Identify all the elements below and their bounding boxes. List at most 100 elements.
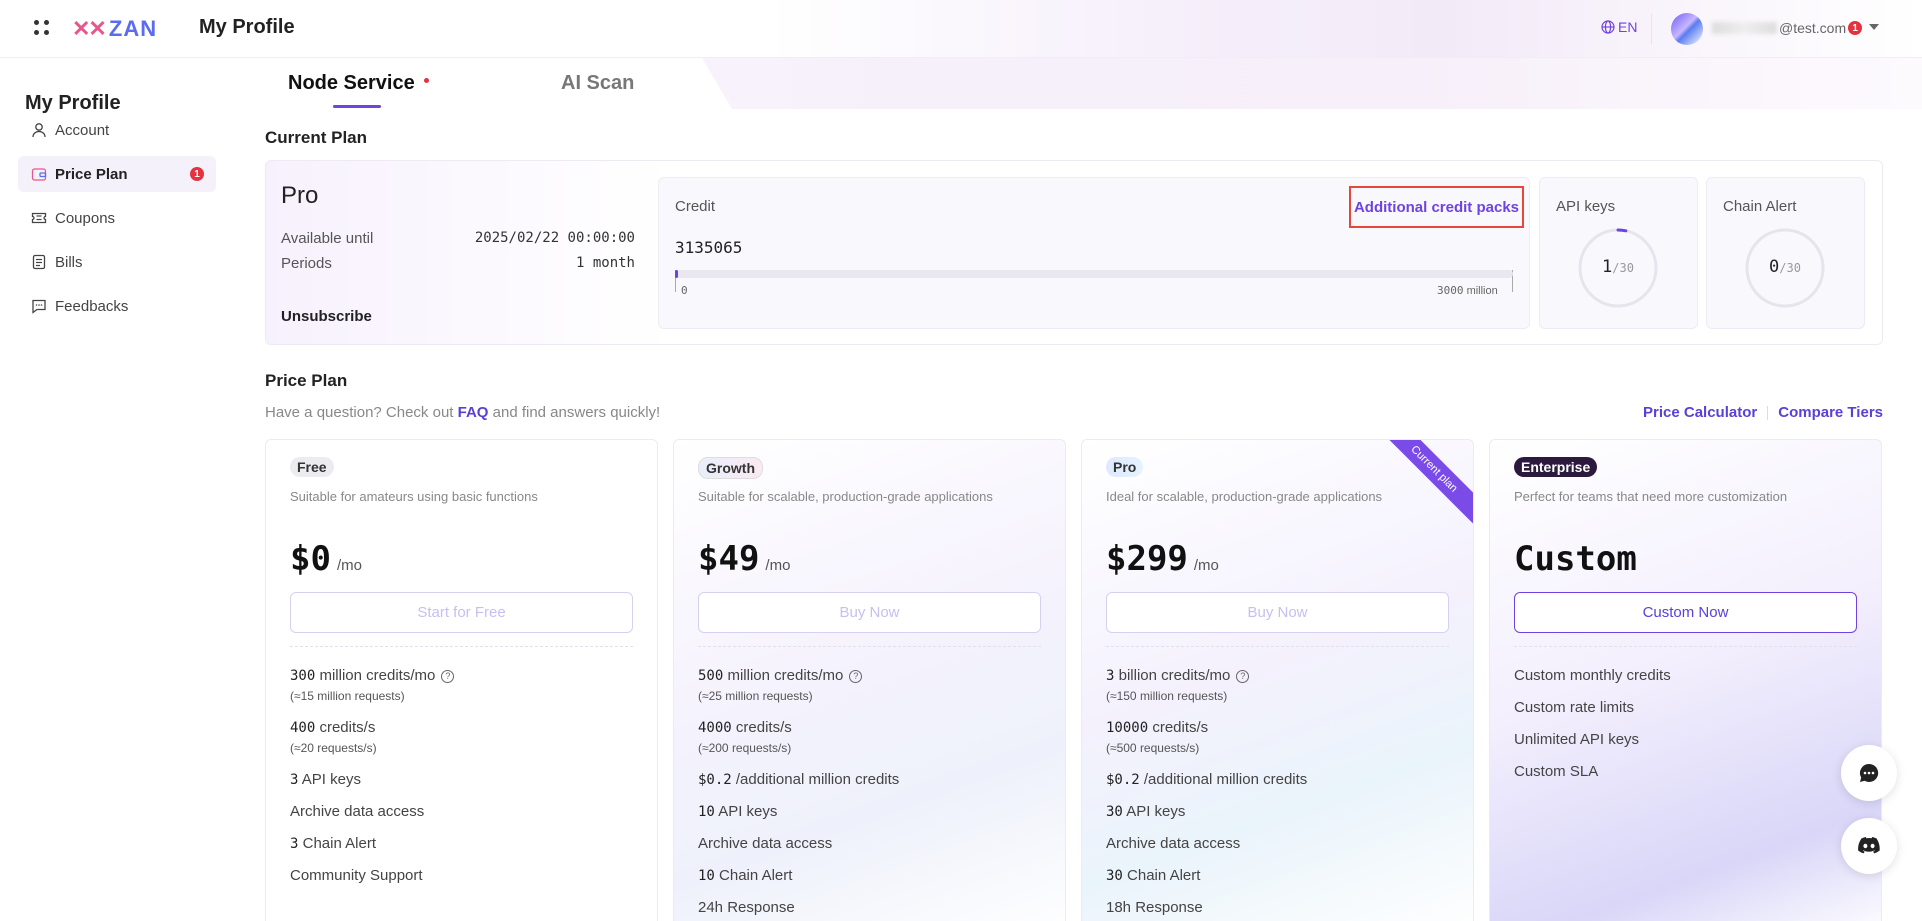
wallet-icon [31,168,47,181]
additional-credit-packs-link[interactable]: Additional credit packs [1349,186,1524,228]
sidebar-item-coupons[interactable]: Coupons [18,200,216,236]
feature-chain-alert: 10 Chain Alert [698,867,792,884]
sidebar-item-label: Bills [55,253,83,271]
feature-rate: 10000 credits/s [1106,719,1208,736]
chain-alert-label: Chain Alert [1723,198,1797,215]
feature-credits: 500 million credits/mo? [698,667,863,684]
sidebar-item-price-plan[interactable]: Price Plan 1 [18,156,216,192]
tier-price: $299/mo [1106,539,1219,579]
help-icon[interactable]: ? [849,669,863,683]
feature-additional-credits: $0.2 /additional million credits [698,771,899,788]
discord-button[interactable] [1841,818,1897,874]
unsubscribe-button[interactable]: Unsubscribe [281,308,372,325]
api-keys-used: 1 [1602,257,1613,277]
tier-description: Ideal for scalable, production-grade app… [1106,489,1383,504]
sidebar-item-feedbacks[interactable]: Feedbacks [18,288,216,324]
available-until-label: Available until [281,230,374,247]
help-icon[interactable]: ? [1236,669,1250,683]
tab-label: Node Service [288,72,415,94]
plan-name: Pro [281,182,319,209]
credit-bar-max-value: 3000 [1437,284,1464,297]
price-plan-links: Price Calculator Compare Tiers [1643,404,1883,421]
tier-price: $49/mo [698,539,790,579]
account-email[interactable]: @test.com 1 [1712,20,1863,36]
app-grid-icon[interactable] [34,20,50,36]
subtitle-text-after: and find answers quickly! [488,404,661,421]
feature-number: $0.2 [698,772,732,788]
tier-price-value: Custom [1514,539,1637,579]
credit-progress-bar [675,270,1513,278]
current-plan-title: Current Plan [265,128,368,147]
sidebar-item-account[interactable]: Account [18,112,216,148]
feature-credits: Custom monthly credits [1514,667,1671,684]
tier-divider [1106,646,1449,647]
tier-price: $0/mo [290,539,362,579]
tier-description: Perfect for teams that need more customi… [1514,489,1788,504]
active-tab-underline [333,105,381,108]
zan-logo[interactable]: ✕✕ ZAN [72,14,157,44]
feature-archive: Archive data access [698,835,833,852]
tab-node-service[interactable]: Node Service [288,72,429,95]
buy-now-button[interactable]: Buy Now [1106,592,1449,633]
globe-icon [1601,20,1615,34]
feature-credits: 300 million credits/mo? [290,667,455,684]
feature-text: Chain Alert [1127,867,1201,884]
main-content: Node Service AI Scan Current Plan Pro Av… [232,58,1922,921]
start-for-free-button[interactable]: Start for Free [290,592,633,633]
chain-alert-count: 0/30 [1745,257,1825,277]
help-icon[interactable]: ? [441,669,455,683]
feature-additional-credits: $0.2 /additional million credits [1106,771,1307,788]
feature-text: Chain Alert [302,835,376,852]
price-calculator-link[interactable]: Price Calculator [1643,404,1757,421]
credit-bar-min: 0 [681,284,688,297]
feature-rate: 400 credits/s [290,719,375,736]
link-separator [1767,405,1769,420]
feature-archive: Archive data access [1106,835,1241,852]
document-icon [32,254,46,270]
feature-number: 500 [698,668,724,684]
feature-number: 10 [698,868,715,884]
periods-value: 1 month [575,255,635,271]
sidebar-item-label: Account [55,121,110,139]
account-dropdown-caret-icon[interactable] [1869,24,1879,30]
feature-number: 3 [290,772,299,788]
periods-label: Periods [281,255,332,272]
feature-number: $0.2 [1106,772,1140,788]
feature-rate: Custom rate limits [1514,699,1635,716]
faq-link[interactable]: FAQ [458,404,489,421]
feature-number: 30 [1106,868,1123,884]
feature-text: API keys [718,803,778,820]
tier-card-pro: Current plan Pro Ideal for scalable, pro… [1081,439,1474,921]
feature-text: credits/s [1152,719,1209,736]
chat-button[interactable] [1841,745,1897,801]
feature-number: 400 [290,720,316,736]
language-switcher[interactable]: EN [1601,19,1637,35]
app-title: My Profile [199,16,295,38]
top-bar: ✕✕ ZAN My Profile EN @test.com 1 [0,0,1922,58]
compare-tiers-link[interactable]: Compare Tiers [1778,404,1883,421]
feature-text: /additional million credits [1143,771,1308,788]
feature-text: million credits/mo [319,667,436,684]
feature-number: 4000 [698,720,732,736]
sidebar-item-label: Coupons [55,209,116,227]
feature-text: million credits/mo [727,667,844,684]
sidebar-item-label: Feedbacks [55,297,129,315]
header-divider [1651,14,1652,44]
message-icon [32,299,46,314]
feature-response: 18h Response [1106,899,1203,916]
credit-progress-fill [675,270,678,278]
feature-chain-alert: 30 Chain Alert [1106,867,1200,884]
custom-now-button[interactable]: Custom Now [1514,592,1857,633]
tab-ai-scan[interactable]: AI Scan [561,72,634,95]
feature-api-keys: 10 API keys [698,803,777,820]
feature-rate-note: (≈20 requests/s) [290,741,377,755]
tier-card-free: Free Suitable for amateurs using basic f… [265,439,658,921]
price-plan-title: Price Plan [265,371,348,390]
subtitle-text-before: Have a question? Check out [265,404,458,421]
tier-price-period: /mo [336,557,362,574]
avatar[interactable] [1671,13,1703,45]
sidebar-item-bills[interactable]: Bills [18,244,216,280]
feature-api-keys: Unlimited API keys [1514,731,1640,748]
chain-alert-total: /30 [1779,261,1801,275]
buy-now-button[interactable]: Buy Now [698,592,1041,633]
